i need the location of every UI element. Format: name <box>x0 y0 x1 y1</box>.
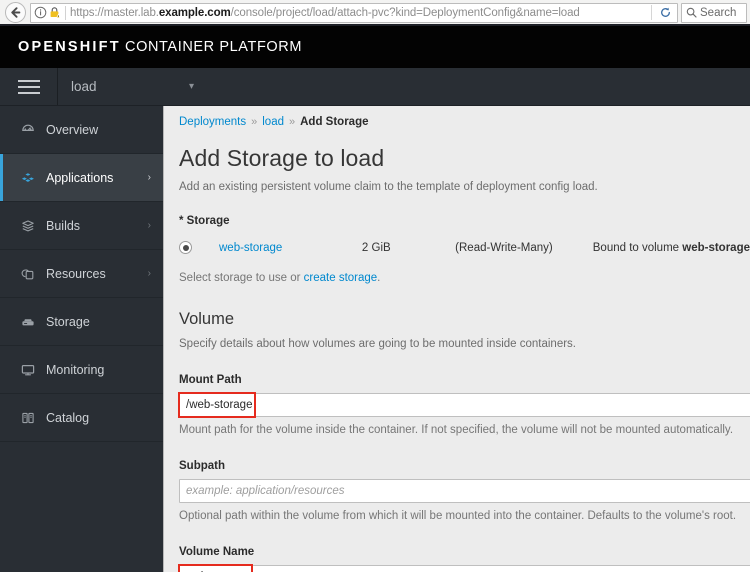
catalog-icon <box>20 410 46 426</box>
search-placeholder: Search <box>700 6 737 19</box>
storage-size: 2 GiB <box>361 241 391 254</box>
breadcrumb-link-deployments[interactable]: Deployments <box>179 116 246 128</box>
chevron-right-icon: › <box>147 172 151 183</box>
storage-radio-selected[interactable] <box>179 241 192 254</box>
helper-suffix: . <box>377 272 381 284</box>
openshift-masthead: OPENSHIFT CONTAINER PLATFORM <box>0 26 750 68</box>
sidebar-item-label: Catalog <box>46 410 90 425</box>
reload-divider <box>651 5 652 20</box>
sidebar-item-label: Builds <box>46 218 81 233</box>
project-bar: load ▾ <box>0 68 750 106</box>
hamburger-menu-icon[interactable] <box>0 68 58 105</box>
create-storage-link[interactable]: create storage <box>304 272 378 284</box>
helper-prefix: Select storage to use or <box>179 272 304 284</box>
applications-icon <box>20 170 46 186</box>
storage-icon <box>20 314 46 330</box>
subpath-input[interactable] <box>179 479 750 503</box>
storage-bound-status: Bound to volume web-storage <box>593 242 750 254</box>
sidebar-item-label: Storage <box>46 314 90 329</box>
chevron-right-icon: › <box>147 268 151 279</box>
search-bar[interactable]: Search <box>681 2 747 23</box>
info-circle-icon[interactable] <box>34 6 47 19</box>
storage-access-mode: (Read-Write-Many) <box>455 241 553 254</box>
brand-bold: OPENSHIFT <box>18 39 121 55</box>
reload-glyph <box>661 7 670 17</box>
breadcrumb-separator: » <box>289 116 296 128</box>
mount-path-help: Mount path for the volume inside the con… <box>179 424 734 436</box>
storage-helper-text: Select storage to use or create storage. <box>179 272 750 284</box>
browser-toolbar: https://master.lab.example.com/console/p… <box>0 0 750 26</box>
url-divider <box>65 5 66 20</box>
bound-prefix: Bound to volume <box>592 241 683 254</box>
brand-light: CONTAINER PLATFORM <box>125 39 303 55</box>
sidebar-item-catalog[interactable]: Catalog <box>0 394 163 442</box>
page-title: Add Storage to load <box>179 145 385 171</box>
sidebar-item-label: Applications <box>46 170 114 185</box>
sidebar-item-monitoring[interactable]: Monitoring <box>0 346 163 394</box>
sidebar-item-resources[interactable]: Resources › <box>0 250 163 298</box>
dashboard-icon <box>20 122 46 138</box>
insecure-lock-warning-icon[interactable] <box>48 6 61 19</box>
storage-field-label: * Storage <box>179 215 230 227</box>
page-body: Overview Applications › Builds › Resourc… <box>0 106 750 572</box>
sidebar-item-builds[interactable]: Builds › <box>0 202 163 250</box>
reload-icon[interactable] <box>656 3 675 22</box>
breadcrumb-current: Add Storage <box>300 116 369 128</box>
sidebar-item-storage[interactable]: Storage <box>0 298 163 346</box>
address-bar[interactable]: https://master.lab.example.com/console/p… <box>30 2 678 23</box>
sidebar-item-label: Monitoring <box>46 362 105 377</box>
search-icon <box>686 7 697 18</box>
builds-icon <box>20 218 46 234</box>
url-text: https://master.lab.example.com/console/p… <box>70 7 647 19</box>
storage-name-link[interactable]: web-storage <box>219 242 362 254</box>
brand-logo[interactable]: OPENSHIFT CONTAINER PLATFORM <box>18 39 302 55</box>
mount-path-input-wrap <box>178 392 750 418</box>
back-arrow-glyph <box>11 7 21 18</box>
monitoring-icon <box>20 362 46 378</box>
sidebar-item-overview[interactable]: Overview <box>0 106 163 154</box>
breadcrumb-link-load[interactable]: load <box>262 116 284 128</box>
breadcrumb-separator: » <box>251 116 258 128</box>
project-name: load <box>71 79 97 94</box>
url-path: /console/project/load/attach-pvc?kind=De… <box>230 6 580 19</box>
sidebar-item-label: Overview <box>46 122 99 137</box>
back-arrow-icon[interactable] <box>5 2 26 23</box>
resources-icon <box>20 266 46 282</box>
volume-section-title: Volume <box>179 310 235 328</box>
subpath-input-wrap <box>179 479 750 503</box>
mount-path-label: Mount Path <box>179 374 242 386</box>
volume-name-input[interactable] <box>179 565 750 572</box>
sidebar-item-applications[interactable]: Applications › <box>0 154 163 202</box>
subpath-label: Subpath <box>179 460 225 472</box>
url-prefix: https://master.lab. <box>70 6 159 19</box>
subpath-help: Optional path within the volume from whi… <box>179 510 737 522</box>
page-subtitle: Add an existing persistent volume claim … <box>179 181 598 193</box>
sidebar-nav: Overview Applications › Builds › Resourc… <box>0 106 164 572</box>
mount-path-input[interactable] <box>179 393 750 417</box>
volume-section-subtitle: Specify details about how volumes are go… <box>179 338 576 350</box>
chevron-right-icon: › <box>147 220 151 231</box>
chevron-down-icon: ▾ <box>188 80 194 92</box>
hamburger-bars <box>17 76 40 98</box>
project-selector[interactable]: load ▾ <box>58 68 206 105</box>
sidebar-item-label: Resources <box>46 266 106 281</box>
storage-option-row[interactable]: web-storage 2 GiB (Read-Write-Many) Boun… <box>179 241 750 254</box>
main-content: Deployments » load » Add Storage Add Sto… <box>164 106 750 572</box>
volume-name-label: Volume Name <box>179 546 255 558</box>
breadcrumb: Deployments » load » Add Storage <box>179 106 750 128</box>
url-host: example.com <box>158 6 231 19</box>
bound-volume-name: web-storage <box>682 241 750 254</box>
site-identity-icons <box>34 6 64 19</box>
volume-name-input-wrap <box>178 564 750 572</box>
